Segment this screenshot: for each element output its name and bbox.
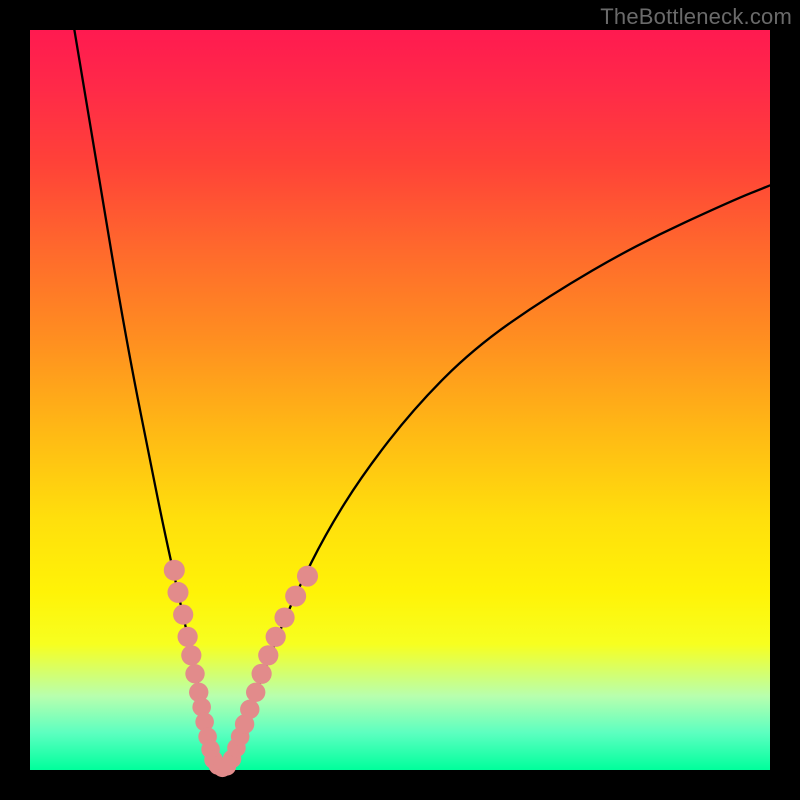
curve-marker [252,664,272,684]
curve-marker [185,664,204,683]
bottleneck-curve [74,30,770,770]
curve-marker [246,683,265,702]
plot-area [30,30,770,770]
curve-marker [164,560,185,581]
curve-marker [240,700,259,719]
curve-marker [178,627,198,647]
curve-marker [173,604,193,624]
curve-right-branch [230,185,770,770]
curve-marker [167,582,188,603]
watermark-text: TheBottleneck.com [600,4,792,30]
curve-marker [258,645,278,665]
chart-frame: TheBottleneck.com [0,0,800,800]
curve-marker [274,607,294,627]
curve-layer [30,30,770,770]
curve-marker [266,627,286,647]
curve-marker [285,586,306,607]
curve-marker [297,566,318,587]
curve-markers [164,560,318,777]
curve-marker [181,645,201,665]
